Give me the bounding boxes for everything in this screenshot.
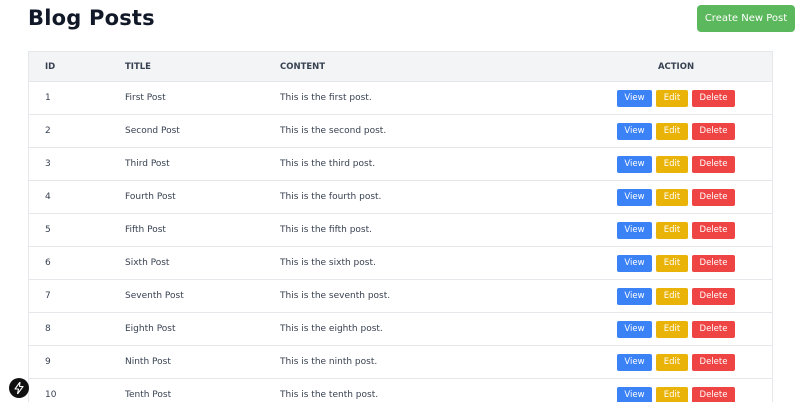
row-content: This is the fifth post. (280, 225, 580, 235)
edit-button[interactable]: Edit (656, 321, 688, 338)
table-body: 1First PostThis is the first post.ViewEd… (29, 81, 772, 402)
row-title: Eighth Post (125, 324, 280, 334)
row-title: Tenth Post (125, 390, 280, 400)
row-id: 8 (29, 324, 125, 334)
delete-button[interactable]: Delete (692, 189, 735, 206)
row-id: 4 (29, 192, 125, 202)
row-content: This is the ninth post. (280, 357, 580, 367)
row-content: This is the second post. (280, 126, 580, 136)
table-row: 4Fourth PostThis is the fourth post.View… (29, 180, 772, 213)
table-header: ID TITLE CONTENT ACTION (29, 52, 772, 81)
table-row: 9Ninth PostThis is the ninth post.ViewEd… (29, 345, 772, 378)
table-row: 3Third PostThis is the third post.ViewEd… (29, 147, 772, 180)
row-actions: ViewEditDelete (580, 123, 772, 140)
row-actions: ViewEditDelete (580, 354, 772, 371)
edit-button[interactable]: Edit (656, 354, 688, 371)
column-header-id: ID (29, 62, 125, 72)
view-button[interactable]: View (617, 189, 652, 206)
view-button[interactable]: View (617, 288, 652, 305)
row-content: This is the third post. (280, 159, 580, 169)
row-title: Second Post (125, 126, 280, 136)
table-row: 7Seventh PostThis is the seventh post.Vi… (29, 279, 772, 312)
row-title: Third Post (125, 159, 280, 169)
table-row: 10Tenth PostThis is the tenth post. View E… (29, 378, 772, 402)
delete-button[interactable]: Delete (692, 354, 735, 371)
row-actions: ViewEditDelete (580, 189, 772, 206)
column-header-title: TITLE (125, 62, 280, 72)
create-new-post-button[interactable]: Create New Post (697, 5, 795, 32)
row-id: 9 (29, 357, 125, 367)
row-title: Fifth Post (125, 225, 280, 235)
view-button[interactable]: View (617, 321, 652, 338)
page-title: Blog Posts (28, 6, 155, 30)
row-title: Sixth Post (125, 258, 280, 268)
delete-button[interactable]: Delete (692, 288, 735, 305)
view-button[interactable]: View (617, 156, 652, 173)
table-row: 1First PostThis is the first post.ViewEd… (29, 81, 772, 114)
view-button[interactable]: View (617, 123, 652, 140)
row-actions: ViewEditDelete (580, 90, 772, 107)
dev-tools-badge[interactable] (9, 378, 29, 398)
row-id: 1 (29, 93, 125, 103)
delete-button[interactable]: Delete (692, 387, 735, 402)
delete-button[interactable]: Delete (692, 90, 735, 107)
table-row: 8Eighth PostThis is the eighth post.View… (29, 312, 772, 345)
view-button[interactable]: View (617, 222, 652, 239)
row-title: First Post (125, 93, 280, 103)
edit-button[interactable]: Edit (656, 387, 688, 402)
view-button[interactable]: View (617, 354, 652, 371)
delete-button[interactable]: Delete (692, 321, 735, 338)
delete-button[interactable]: Delete (692, 255, 735, 272)
table-row: 2Second PostThis is the second post.View… (29, 114, 772, 147)
view-button[interactable]: View (617, 90, 652, 107)
row-actions: ViewEditDelete (580, 321, 772, 338)
table-row: 6Sixth PostThis is the sixth post.ViewEd… (29, 246, 772, 279)
row-id: 3 (29, 159, 125, 169)
row-actions: ViewEditDelete (580, 156, 772, 173)
row-title: Fourth Post (125, 192, 280, 202)
view-button[interactable]: View (617, 255, 652, 272)
lightning-bolt-icon (14, 382, 24, 394)
posts-table: ID TITLE CONTENT ACTION 1First PostThis … (28, 51, 773, 402)
edit-button[interactable]: Edit (656, 255, 688, 272)
view-button[interactable]: View (617, 387, 652, 402)
row-title: Seventh Post (125, 291, 280, 301)
row-id: 7 (29, 291, 125, 301)
row-actions: View Edit Delete (580, 387, 772, 402)
row-id: 6 (29, 258, 125, 268)
row-content: This is the fourth post. (280, 192, 580, 202)
row-content: This is the eighth post. (280, 324, 580, 334)
row-content: This is the seventh post. (280, 291, 580, 301)
edit-button[interactable]: Edit (656, 222, 688, 239)
row-title: Ninth Post (125, 357, 280, 367)
delete-button[interactable]: Delete (692, 222, 735, 239)
row-actions: ViewEditDelete (580, 255, 772, 272)
delete-button[interactable]: Delete (692, 123, 735, 140)
delete-button[interactable]: Delete (692, 156, 735, 173)
table-row: 5Fifth PostThis is the fifth post.ViewEd… (29, 213, 772, 246)
edit-button[interactable]: Edit (656, 156, 688, 173)
row-id: 10 (29, 390, 125, 400)
column-header-content: CONTENT (280, 62, 580, 72)
edit-button[interactable]: Edit (656, 90, 688, 107)
edit-button[interactable]: Edit (656, 189, 688, 206)
row-content: This is the sixth post. (280, 258, 580, 268)
row-content: This is the tenth post. (280, 390, 580, 400)
edit-button[interactable]: Edit (656, 288, 688, 305)
row-id: 5 (29, 225, 125, 235)
edit-button[interactable]: Edit (656, 123, 688, 140)
row-actions: ViewEditDelete (580, 288, 772, 305)
row-actions: ViewEditDelete (580, 222, 772, 239)
row-id: 2 (29, 126, 125, 136)
row-content: This is the first post. (280, 93, 580, 103)
column-header-action: ACTION (580, 62, 772, 72)
